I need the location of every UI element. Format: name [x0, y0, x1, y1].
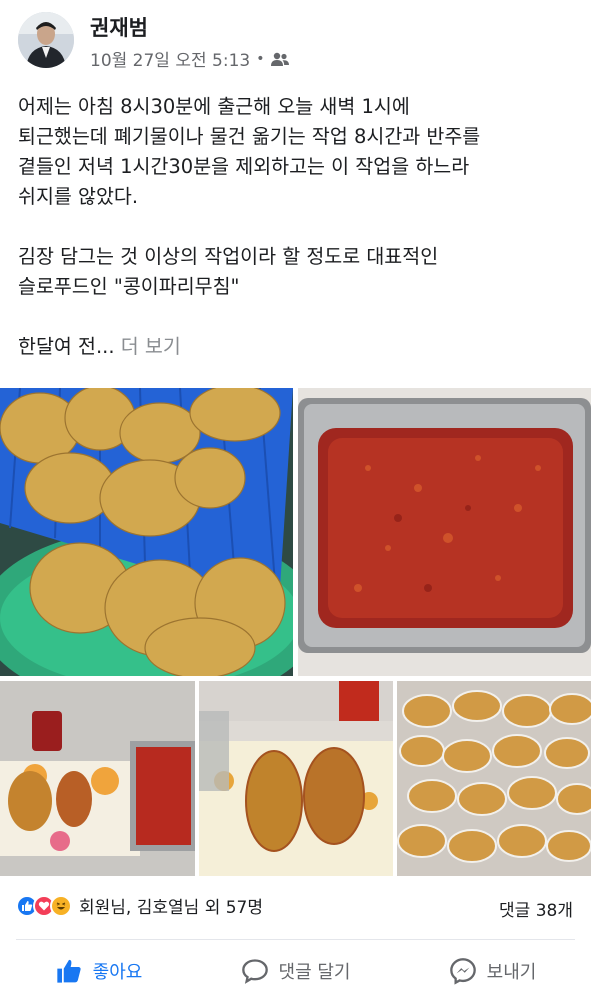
photo-1[interactable] — [0, 388, 293, 676]
post-line-truncated: 한달여 전... 더 보기 — [18, 332, 583, 362]
haha-reaction-icon — [50, 894, 72, 917]
meta-separator: • — [256, 50, 265, 67]
author-name[interactable]: 권재범 — [90, 12, 148, 42]
post-meta: 10월 27일 오전 5:13 • — [90, 46, 290, 71]
friends-icon[interactable] — [270, 51, 290, 67]
share-button[interactable]: 보내기 — [394, 942, 591, 999]
like-icon — [55, 957, 83, 985]
like-label: 좋아요 — [92, 961, 143, 983]
photo-2[interactable] — [298, 388, 591, 676]
photo-5[interactable] — [397, 681, 591, 876]
post-line: 슬로푸드인 "콩이파리무침" — [18, 275, 240, 298]
post-line: 곁들인 저녁 1시간30분을 제외하고는 이 작업을 하느라 — [18, 155, 470, 178]
post-timestamp[interactable]: 10월 27일 오전 5:13 — [90, 46, 250, 71]
photo-4[interactable] — [199, 681, 393, 876]
post-line: 어제는 아침 8시30분에 출근해 오늘 새벽 1시에 — [18, 95, 410, 118]
see-more-link[interactable]: 더 보기 — [121, 335, 181, 358]
truncated-text: 한달여 전... — [18, 335, 115, 358]
comment-label: 댓글 달기 — [278, 961, 351, 983]
action-divider — [16, 939, 575, 940]
share-label: 보내기 — [486, 961, 537, 983]
photo-3[interactable] — [0, 681, 195, 876]
comment-icon — [241, 958, 269, 984]
author-avatar[interactable] — [18, 12, 74, 68]
post-line: 퇴근했는데 폐기물이나 물건 옮기는 작업 8시간과 반주를 — [18, 125, 481, 148]
reactions-summary[interactable]: 회원님, 김호열님 외 57명 — [16, 893, 263, 918]
post-header: 권재범 10월 27일 오전 5:13 • — [0, 0, 591, 80]
messenger-icon — [449, 957, 477, 985]
comment-button[interactable]: 댓글 달기 — [197, 942, 394, 999]
post-line: 김장 담그는 것 이상의 작업이라 할 정도로 대표적인 — [18, 245, 439, 268]
action-bar: 좋아요 댓글 달기 보내기 — [0, 942, 591, 999]
reactions-text: 회원님, 김호열님 외 57명 — [79, 898, 264, 918]
post-line: 쉬지를 않았다. — [18, 185, 139, 208]
comment-count[interactable]: 댓글 38개 — [499, 896, 573, 921]
post-text: 어제는 아침 8시30분에 출근해 오늘 새벽 1시에 퇴근했는데 폐기물이나 … — [18, 92, 583, 362]
like-button[interactable]: 좋아요 — [0, 942, 197, 999]
